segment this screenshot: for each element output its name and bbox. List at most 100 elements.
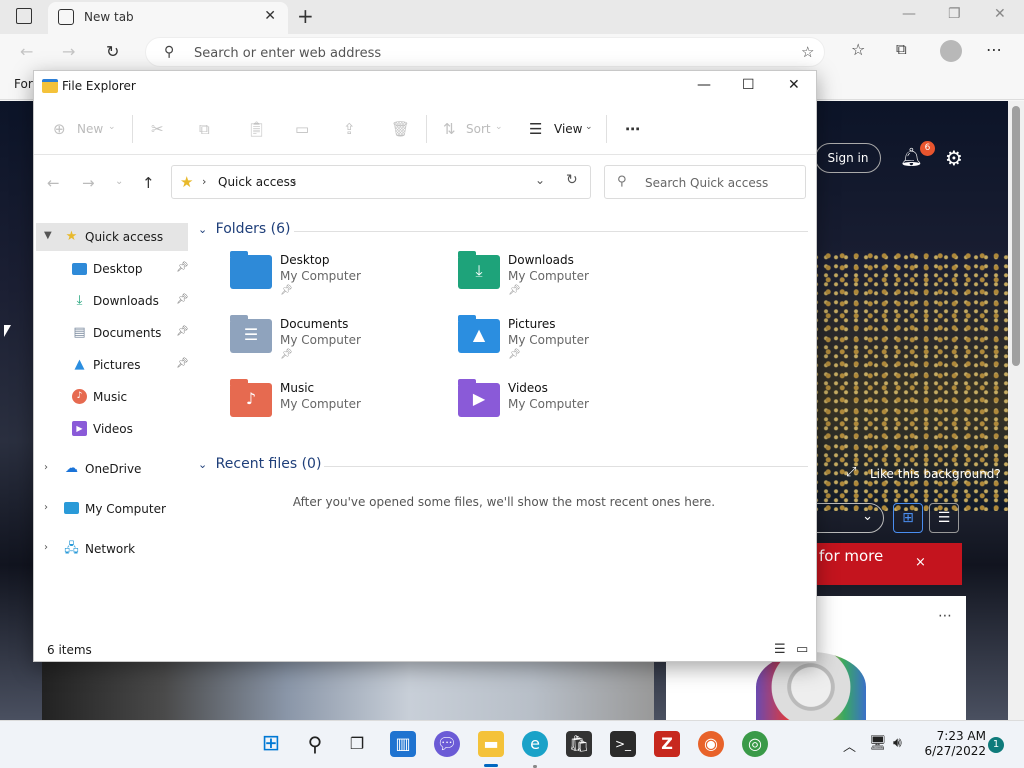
promo-banner[interactable]: for more × — [810, 543, 962, 585]
new-plus-icon[interactable]: ⊕ — [53, 120, 66, 138]
list-view-button[interactable]: ☰ — [929, 503, 959, 533]
nav-item-documents[interactable]: ▤ Documents 📌︎ — [36, 319, 188, 347]
feed-dropdown[interactable]: ⌄ — [810, 503, 884, 533]
sort-button[interactable]: Sort — [466, 122, 491, 136]
restore-browser-icon[interactable]: ❐ — [948, 6, 961, 22]
folder-tile-pictures[interactable]: ▲ Pictures My Computer 📌︎ — [458, 315, 678, 373]
store-icon[interactable]: 🛍︎ — [566, 731, 592, 757]
widgets-icon[interactable]: ▥ — [390, 731, 416, 757]
nav-item-music[interactable]: ♪ Music — [36, 383, 188, 411]
grid-view-button[interactable]: ⊞ — [893, 503, 923, 533]
clock[interactable]: 7:23 AM 6/27/2022 — [920, 729, 986, 759]
refresh-icon[interactable]: ↻ — [566, 172, 578, 188]
chevron-up-icon[interactable]: ︿ — [843, 736, 856, 755]
page-scrollbar[interactable] — [1008, 101, 1024, 720]
folders-header-label: Folders (6) — [215, 221, 291, 237]
more-options-icon[interactable]: ⋯ — [625, 120, 640, 138]
file-explorer-icon[interactable]: ▬ — [478, 731, 504, 757]
folder-location: My Computer — [280, 269, 361, 283]
folder-tile-desktop[interactable]: Desktop My Computer 📌︎ — [230, 251, 450, 309]
address-input[interactable]: ⚲ Search or enter web address ☆ — [145, 37, 825, 67]
breadcrumb-quick-access[interactable]: Quick access — [218, 175, 296, 189]
minimize-browser-icon[interactable]: — — [902, 6, 916, 22]
notification-center-badge[interactable]: 1 — [988, 737, 1004, 753]
like-background-link[interactable]: Like this background? — [848, 467, 1001, 481]
edge-browser-icon[interactable]: e — [522, 731, 548, 757]
maximize-icon[interactable]: ☐ — [742, 77, 755, 93]
search-quick-access-input[interactable]: ⚲ Search Quick access — [604, 165, 806, 199]
more-options-icon[interactable]: ⋯ — [986, 40, 1002, 59]
file-explorer-window: File Explorer — ☐ ✕ ⊕ New ⌄ ✂ ⧉ 📋︎ ▭ ⇪ 🗑… — [33, 70, 817, 662]
back-icon[interactable]: ← — [20, 42, 33, 61]
close-icon[interactable]: ✕ — [788, 77, 800, 93]
address-history-chevron-icon[interactable]: ⌄ — [535, 173, 545, 187]
nav-item-onedrive[interactable]: › ☁ OneDrive — [36, 455, 188, 483]
terminal-icon[interactable]: >_ — [610, 731, 636, 757]
rename-icon[interactable]: ▭ — [295, 120, 309, 138]
add-favorite-icon[interactable]: ☆ — [801, 43, 814, 61]
forward-icon[interactable]: → — [82, 174, 95, 192]
recent-files-section-header[interactable]: ⌄ Recent files (0) — [198, 456, 321, 476]
cut-icon[interactable]: ✂ — [151, 120, 164, 138]
new-button[interactable]: New — [77, 122, 103, 136]
nav-item-quick-access[interactable]: ▼ ★ Quick access — [36, 223, 188, 251]
explorer-address-bar[interactable]: ★ › Quick access › ⌄ ↻ — [171, 165, 591, 199]
chevron-down-icon[interactable]: ▼ — [44, 230, 52, 241]
explorer-titlebar[interactable]: File Explorer — ☐ ✕ — [34, 71, 816, 103]
filezilla-icon[interactable]: Z — [654, 731, 680, 757]
collections-icon[interactable]: ⧉ — [896, 40, 907, 58]
recent-locations-chevron-icon[interactable]: ⌄ — [115, 176, 123, 187]
scrollbar-thumb[interactable] — [1012, 106, 1020, 366]
paste-icon[interactable]: 📋︎ — [247, 120, 266, 138]
tab-actions-icon[interactable] — [16, 8, 32, 24]
search-icon[interactable]: ⚲ — [302, 731, 328, 757]
network-status-icon[interactable]: 🖥︎ — [869, 735, 887, 751]
start-windows-icon[interactable]: ⊞ — [258, 731, 284, 757]
view-icon[interactable]: ☰ — [529, 120, 542, 138]
folder-tile-videos[interactable]: ▶ Videos My Computer — [458, 379, 678, 437]
nav-item-desktop[interactable]: Desktop 📌︎ — [36, 255, 189, 283]
back-icon[interactable]: ← — [47, 174, 60, 192]
copy-icon[interactable]: ⧉ — [199, 120, 210, 138]
videos-folder-icon: ▶ — [458, 379, 500, 417]
delete-icon[interactable]: 🗑︎ — [391, 120, 410, 138]
minimize-icon[interactable]: — — [697, 77, 711, 93]
close-browser-icon[interactable]: ✕ — [994, 6, 1006, 22]
chrome-icon[interactable]: ◎ — [742, 731, 768, 757]
forward-icon[interactable]: → — [62, 42, 75, 61]
card-more-icon[interactable]: ⋯ — [938, 608, 952, 624]
firefox-icon[interactable]: ◉ — [698, 731, 724, 757]
folder-tile-documents[interactable]: ☰ Documents My Computer 📌︎ — [230, 315, 450, 373]
profile-avatar-icon[interactable] — [940, 40, 962, 62]
chevron-right-icon[interactable]: › — [44, 502, 48, 513]
nav-item-network[interactable]: › 🖧︎ Network — [36, 535, 188, 563]
sort-icon[interactable]: ⇅ — [443, 120, 456, 138]
folder-tile-downloads[interactable]: ⤓ Downloads My Computer 📌︎ — [458, 251, 678, 309]
sign-in-button[interactable]: Sign in — [815, 143, 881, 173]
large-icons-view-icon[interactable]: ▭ — [796, 642, 808, 657]
promo-close-icon[interactable]: × — [915, 555, 926, 570]
folder-tile-music[interactable]: ♪ Music My Computer — [230, 379, 450, 437]
volume-icon[interactable]: 🔊︎ — [893, 735, 902, 751]
favorites-icon[interactable]: ☆ — [851, 40, 865, 59]
up-icon[interactable]: ↑ — [142, 174, 155, 192]
details-view-icon[interactable]: ☰ — [774, 642, 786, 657]
new-tab-plus-icon[interactable]: + — [297, 4, 314, 28]
folders-section-header[interactable]: ⌄ Folders (6) — [198, 221, 291, 241]
nav-item-pictures[interactable]: ▲ Pictures 📌︎ — [36, 351, 189, 379]
settings-gear-icon[interactable]: ⚙ — [945, 146, 963, 170]
nav-item-downloads[interactable]: ⤓ Downloads 📌︎ — [36, 287, 189, 315]
task-view-icon[interactable]: ❐ — [344, 731, 370, 757]
nav-item-videos[interactable]: ▶ Videos — [36, 415, 188, 443]
chat-icon[interactable]: 💬︎ — [434, 731, 460, 757]
share-icon[interactable]: ⇪ — [343, 120, 356, 138]
chevron-right-icon[interactable]: › — [44, 462, 48, 473]
view-button[interactable]: View — [554, 122, 582, 136]
close-tab-icon[interactable]: ✕ — [264, 8, 276, 24]
tab-new-tab[interactable]: New tab ✕ — [48, 2, 288, 34]
chevron-right-icon[interactable]: › — [44, 542, 48, 553]
favorites-bar-text[interactable]: For — [14, 77, 33, 91]
news-card-image[interactable] — [42, 661, 654, 720]
refresh-icon[interactable]: ↻ — [106, 42, 119, 61]
nav-item-my-computer[interactable]: › My Computer — [36, 495, 188, 523]
